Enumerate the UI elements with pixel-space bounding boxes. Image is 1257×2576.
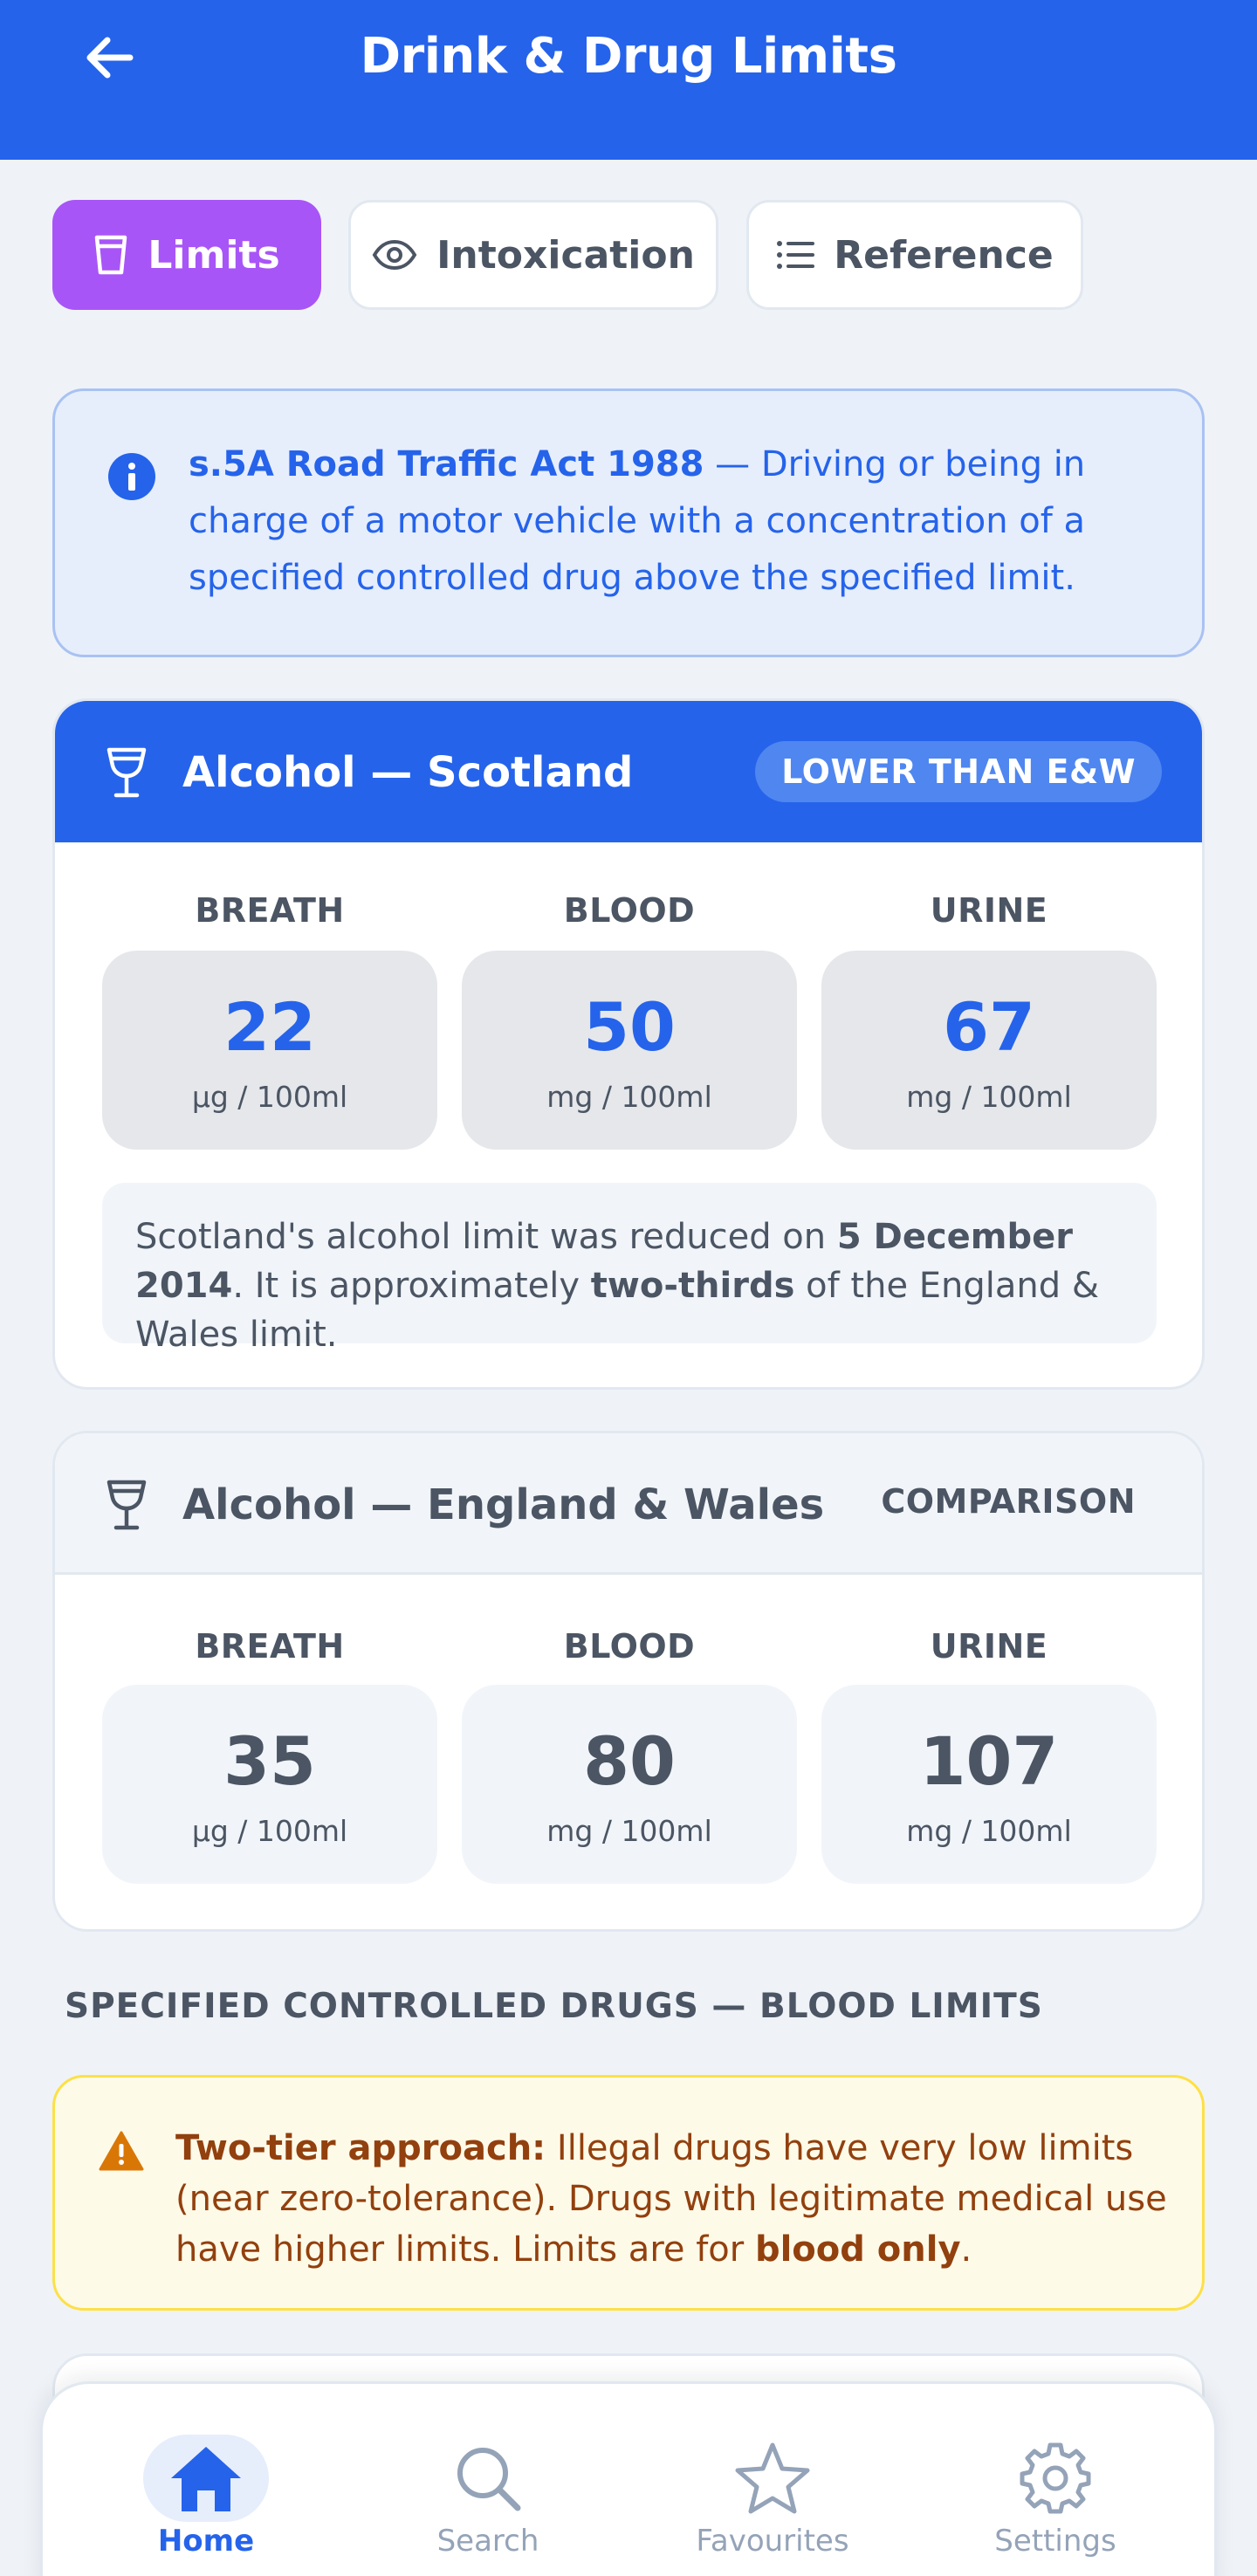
note-text: . It is approximately: [232, 1266, 591, 1306]
tab-limits-label: Limits: [148, 232, 280, 278]
scotland-note: Scotland's alcohol limit was reduced on …: [102, 1183, 1157, 1355]
tab-limits[interactable]: Limits: [52, 200, 321, 310]
card-title: Alcohol — Scotland: [182, 748, 634, 797]
info-text: s.5A Road Traffic Act 1988 — Driving or …: [189, 436, 1184, 607]
card-header: Alcohol — Scotland LOWER THAN E&W: [55, 701, 1202, 842]
warning-tail: .: [960, 2229, 972, 2270]
metric-label: URINE: [930, 1627, 1048, 1666]
metric-label: URINE: [930, 891, 1048, 930]
nav-icon-highlight: [993, 2435, 1118, 2522]
metric-box: 107 mg / 100ml: [821, 1685, 1157, 1884]
metric-unit: µg / 100ml: [191, 1080, 348, 1114]
metric-value: 22: [223, 988, 316, 1066]
gear-icon: [1020, 2442, 1091, 2514]
metric-box: 50 mg / 100ml: [462, 951, 797, 1150]
search-icon: [457, 2448, 521, 2511]
metric-box: 67 mg / 100ml: [821, 951, 1157, 1150]
warning-banner: Two-tier approach: Illegal drugs have ve…: [52, 2075, 1205, 2311]
warning-text: Two-tier approach: Illegal drugs have ve…: [175, 2123, 1171, 2275]
nav-settings-label: Settings: [994, 2524, 1116, 2559]
nav-search[interactable]: Search: [374, 2384, 601, 2576]
wine-glass-icon: [106, 747, 147, 798]
home-icon: [171, 2447, 241, 2511]
statute-name: s.5A Road Traffic Act 1988: [189, 444, 704, 484]
wine-glass-icon: [106, 1480, 147, 1530]
comparison-badge: COMPARISON: [881, 1482, 1136, 1521]
metric-unit: µg / 100ml: [191, 1814, 348, 1848]
nav-home[interactable]: Home: [93, 2384, 319, 2576]
metric-box: 22 µg / 100ml: [102, 951, 437, 1150]
nav-icon-highlight: [143, 2435, 269, 2522]
metric-box: 80 mg / 100ml: [462, 1685, 797, 1884]
nav-home-label: Home: [157, 2524, 255, 2559]
metric-label: BREATH: [195, 1627, 345, 1666]
nav-settings[interactable]: Settings: [942, 2384, 1169, 2576]
metric-label: BLOOD: [563, 1627, 696, 1666]
note-fraction: two-thirds: [590, 1266, 795, 1306]
metric-unit: mg / 100ml: [906, 1814, 1072, 1848]
warning-emphasis: blood only: [754, 2229, 961, 2270]
section-heading: SPECIFIED CONTROLLED DRUGS — BLOOD LIMIT…: [65, 1987, 1043, 2026]
card-title: Alcohol — England & Wales: [182, 1480, 825, 1529]
nav-icon-highlight: [425, 2435, 551, 2522]
star-icon: [735, 2442, 810, 2514]
tab-reference-label: Reference: [834, 232, 1054, 278]
metric-box: 35 µg / 100ml: [102, 1685, 437, 1884]
metric-value: 107: [919, 1722, 1059, 1800]
nav-favourites[interactable]: Favourites: [659, 2384, 886, 2576]
metric-label: BREATH: [195, 891, 345, 930]
alcohol-scotland-card: Alcohol — Scotland LOWER THAN E&W BREATH…: [52, 698, 1205, 1390]
comparison-badge: LOWER THAN E&W: [755, 741, 1162, 802]
bottom-nav: Home Search Favourites Settings: [40, 2381, 1217, 2576]
page-title: Drink & Drug Limits: [360, 28, 897, 85]
metric-label: BLOOD: [563, 891, 696, 930]
note-text: Scotland's alcohol limit was reduced on: [135, 1217, 837, 1257]
info-icon: [108, 453, 155, 500]
card-header: Alcohol — England & Wales COMPARISON: [55, 1433, 1202, 1575]
tab-intoxication-label: Intoxication: [436, 232, 695, 278]
metric-value: 35: [223, 1722, 316, 1800]
cup-icon: [95, 235, 127, 275]
nav-icon-highlight: [710, 2435, 835, 2522]
warning-lead: Two-tier approach:: [175, 2128, 546, 2168]
metric-value: 80: [583, 1722, 676, 1800]
list-icon: [777, 241, 815, 269]
alcohol-england-wales-card: Alcohol — England & Wales COMPARISON BRE…: [52, 1431, 1205, 1932]
app-header: Drink & Drug Limits: [0, 0, 1257, 160]
nav-favourites-label: Favourites: [696, 2524, 849, 2559]
eye-icon: [372, 239, 417, 271]
nav-search-label: Search: [436, 2524, 539, 2559]
metric-unit: mg / 100ml: [906, 1080, 1072, 1114]
metric-value: 50: [583, 988, 676, 1066]
metric-value: 67: [943, 988, 1035, 1066]
tab-reference[interactable]: Reference: [746, 200, 1083, 310]
metric-unit: mg / 100ml: [546, 1080, 712, 1114]
metric-unit: mg / 100ml: [546, 1814, 712, 1848]
info-banner: s.5A Road Traffic Act 1988 — Driving or …: [52, 388, 1205, 657]
tab-intoxication[interactable]: Intoxication: [348, 200, 718, 310]
warning-icon: [99, 2131, 144, 2171]
